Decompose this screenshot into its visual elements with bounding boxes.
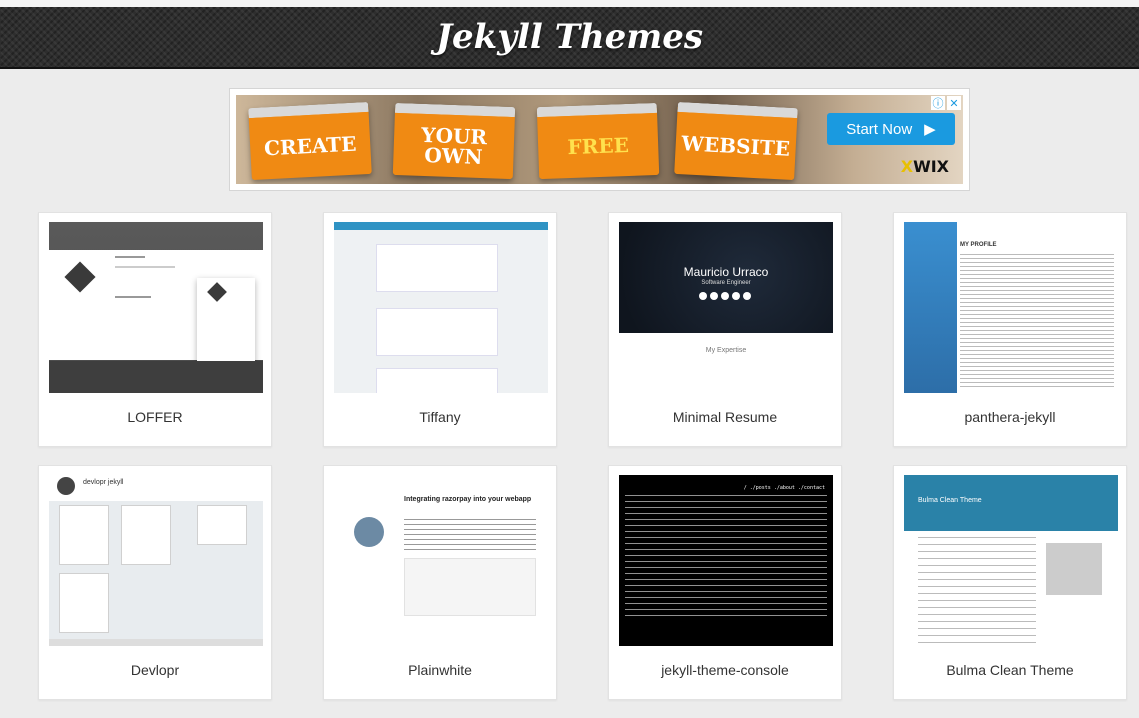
close-icon[interactable]: ✕ xyxy=(947,96,961,110)
theme-name[interactable]: jekyll-theme-console xyxy=(609,662,841,678)
thumb-heading: MY PROFILE xyxy=(960,242,997,248)
thumb-title: Integrating razorpay into your webapp xyxy=(404,496,532,503)
theme-thumbnail-plainwhite[interactable]: Integrating razorpay into your webapp xyxy=(334,475,548,646)
site-header: Jekyll Themes xyxy=(0,0,1139,69)
ad-window-your-own: YOUR OWN xyxy=(392,102,516,180)
theme-name[interactable]: panthera-jekyll xyxy=(894,409,1126,425)
theme-name[interactable]: Minimal Resume xyxy=(609,409,841,425)
theme-grid: LOFFER Tiffany Mauricio Urraco Software … xyxy=(38,212,1139,700)
theme-card-tiffany[interactable]: Tiffany xyxy=(323,212,557,447)
ad-image[interactable]: CREATE YOUR OWN FREE WEBSITE Start Now ▶… xyxy=(236,95,963,184)
thumb-title: devlopr jekyll xyxy=(83,479,124,486)
thumb-subtitle: Software Engineer xyxy=(701,280,751,286)
image-placeholder xyxy=(1046,543,1102,595)
start-now-label: Start Now xyxy=(846,120,913,138)
theme-thumbnail-minimal-resume[interactable]: Mauricio Urraco Software Engineer My Exp… xyxy=(619,222,833,393)
theme-thumbnail-loffer[interactable] xyxy=(49,222,263,393)
avatar xyxy=(354,517,384,547)
theme-card-devlopr[interactable]: devlopr jekyll Devlopr xyxy=(38,465,272,700)
wix-logo: XWIX xyxy=(900,157,949,176)
ad-window-website: WEBSITE xyxy=(674,101,798,181)
theme-thumbnail-jekyll-theme-console[interactable]: / ./posts ./about ./contact xyxy=(619,475,833,646)
theme-thumbnail-panthera-jekyll[interactable]: MY PROFILE xyxy=(904,222,1118,393)
theme-card-plainwhite[interactable]: Integrating razorpay into your webapp Pl… xyxy=(323,465,557,700)
theme-name[interactable]: Tiffany xyxy=(324,409,556,425)
thumb-section-title: My Expertise xyxy=(705,347,747,354)
theme-card-bulma-clean-theme[interactable]: Bulma Clean Theme Bulma Clean Theme xyxy=(893,465,1127,700)
theme-thumbnail-tiffany[interactable] xyxy=(334,222,548,393)
theme-card-panthera-jekyll[interactable]: MY PROFILE panthera-jekyll xyxy=(893,212,1127,447)
ad-banner[interactable]: CREATE YOUR OWN FREE WEBSITE Start Now ▶… xyxy=(229,88,970,191)
theme-name[interactable]: Devlopr xyxy=(39,662,271,678)
ad-controls: ⓘ ✕ xyxy=(931,96,961,110)
ad-window-create: CREATE xyxy=(248,101,372,181)
theme-thumbnail-devlopr[interactable]: devlopr jekyll xyxy=(49,475,263,646)
chevron-right-icon: ▶ xyxy=(924,121,936,138)
avatar xyxy=(57,477,75,495)
theme-card-minimal-resume[interactable]: Mauricio Urraco Software Engineer My Exp… xyxy=(608,212,842,447)
theme-name[interactable]: Plainwhite xyxy=(324,662,556,678)
info-icon[interactable]: ⓘ xyxy=(931,96,945,110)
social-icons xyxy=(699,292,751,300)
theme-card-loffer[interactable]: LOFFER xyxy=(38,212,272,447)
site-title[interactable]: Jekyll Themes xyxy=(436,17,703,57)
theme-card-jekyll-theme-console[interactable]: / ./posts ./about ./contact jekyll-theme… xyxy=(608,465,842,700)
start-now-button[interactable]: Start Now ▶ xyxy=(827,113,955,145)
thumb-name: Mauricio Urraco xyxy=(683,265,769,279)
thumb-nav: / ./posts ./about ./contact xyxy=(743,485,825,491)
theme-name[interactable]: LOFFER xyxy=(39,409,271,425)
ad-window-free: FREE xyxy=(536,102,660,180)
theme-thumbnail-bulma-clean-theme[interactable]: Bulma Clean Theme xyxy=(904,475,1118,646)
theme-name[interactable]: Bulma Clean Theme xyxy=(894,662,1126,678)
thumb-hero-title: Bulma Clean Theme xyxy=(918,497,982,504)
